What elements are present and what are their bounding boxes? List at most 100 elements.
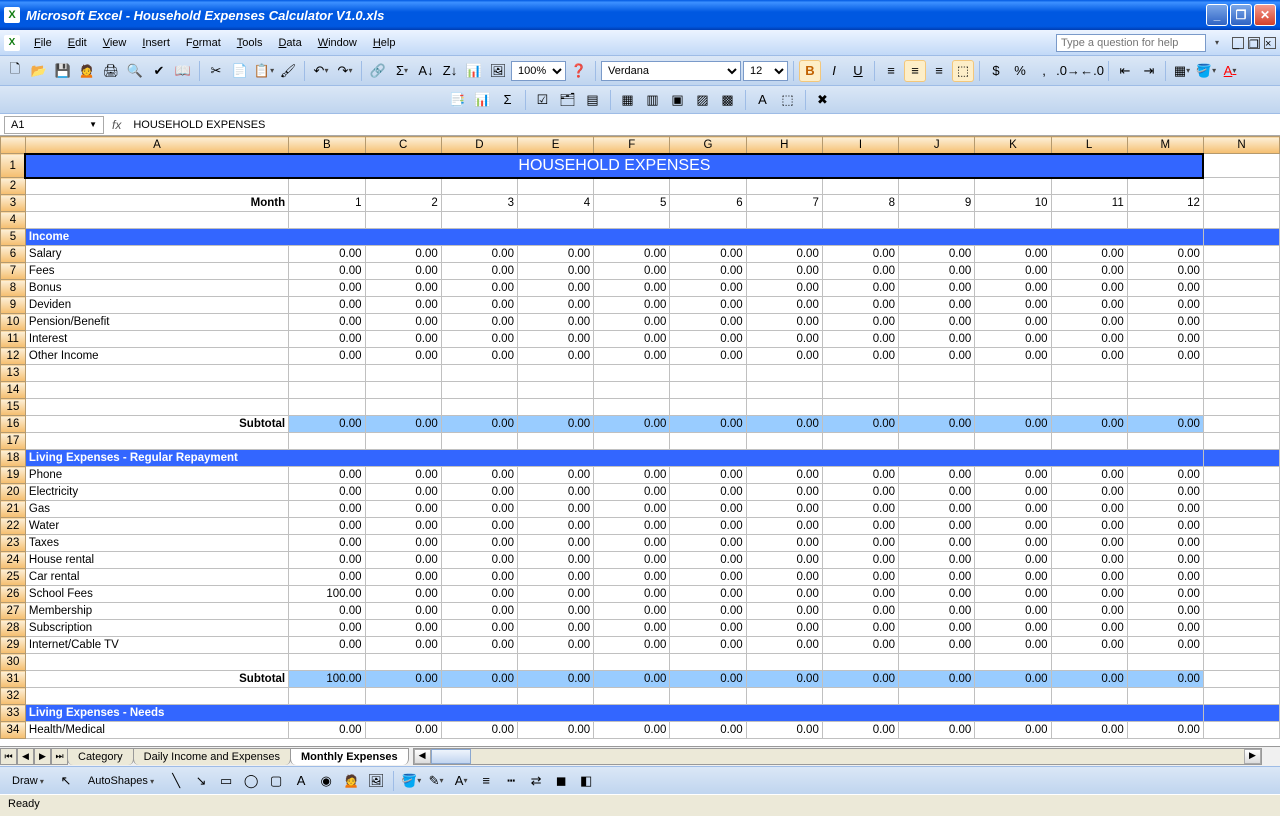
row-header-5[interactable]: 5 bbox=[1, 229, 26, 246]
menu-tools[interactable]: Tools bbox=[229, 34, 271, 52]
living1-row-label[interactable]: Subscription bbox=[25, 620, 288, 637]
row-header-33[interactable]: 33 bbox=[1, 705, 26, 722]
month-cell[interactable]: 4 bbox=[517, 195, 593, 212]
row-header-34[interactable]: 34 bbox=[1, 722, 26, 739]
month-cell[interactable]: 12 bbox=[1127, 195, 1203, 212]
worksheet-area[interactable]: ABCDEFGHIJKLMN1HOUSEHOLD EXPENSES23Month… bbox=[0, 136, 1280, 746]
drawing-icon[interactable]: 🖼 bbox=[487, 60, 509, 82]
decrease-indent-icon[interactable]: ⇤ bbox=[1114, 60, 1136, 82]
name-box[interactable]: A1▼ bbox=[4, 116, 104, 134]
row-header-12[interactable]: 12 bbox=[1, 348, 26, 365]
list-icon-14[interactable]: ✖ bbox=[812, 89, 834, 111]
picture-icon[interactable]: 🖼 bbox=[365, 770, 387, 792]
percent-icon[interactable]: % bbox=[1009, 60, 1031, 82]
list-icon-11[interactable]: ▩ bbox=[717, 89, 739, 111]
sort-asc-icon[interactable]: A↓ bbox=[415, 60, 437, 82]
row-header-21[interactable]: 21 bbox=[1, 501, 26, 518]
line-style-icon[interactable]: ≡ bbox=[475, 770, 497, 792]
decrease-decimal-icon[interactable]: ←.0 bbox=[1081, 60, 1103, 82]
month-cell[interactable]: 8 bbox=[822, 195, 898, 212]
menu-file[interactable]: File bbox=[26, 34, 60, 52]
research-icon[interactable]: 📖 bbox=[172, 60, 194, 82]
col-header-H[interactable]: H bbox=[746, 137, 822, 154]
row-header-10[interactable]: 10 bbox=[1, 314, 26, 331]
row-header-23[interactable]: 23 bbox=[1, 535, 26, 552]
row-header-26[interactable]: 26 bbox=[1, 586, 26, 603]
income-row-label[interactable]: Interest bbox=[25, 331, 288, 348]
col-header-C[interactable]: C bbox=[365, 137, 441, 154]
textbox-icon[interactable]: ▢ bbox=[265, 770, 287, 792]
month-cell[interactable]: 9 bbox=[899, 195, 975, 212]
new-icon[interactable]: 🗋 bbox=[4, 60, 26, 82]
rectangle-icon[interactable]: ▭ bbox=[215, 770, 237, 792]
income-row-label[interactable]: Other Income bbox=[25, 348, 288, 365]
formula-bar[interactable]: HOUSEHOLD EXPENSES bbox=[129, 117, 1280, 133]
row-header-15[interactable]: 15 bbox=[1, 399, 26, 416]
fill-color-icon[interactable]: 🪣 bbox=[1195, 60, 1217, 82]
row-header-20[interactable]: 20 bbox=[1, 484, 26, 501]
chart-icon[interactable]: 📊 bbox=[463, 60, 485, 82]
increase-decimal-icon[interactable]: .0→ bbox=[1057, 60, 1079, 82]
align-center-icon[interactable]: ≡ bbox=[904, 60, 926, 82]
col-header-M[interactable]: M bbox=[1127, 137, 1203, 154]
copy-icon[interactable]: 📄 bbox=[229, 60, 251, 82]
oval-icon[interactable]: ◯ bbox=[240, 770, 262, 792]
align-left-icon[interactable]: ≡ bbox=[880, 60, 902, 82]
list-icon-1[interactable]: 📑 bbox=[447, 89, 469, 111]
maximize-button[interactable]: ❐ bbox=[1230, 4, 1252, 26]
living1-row-label[interactable]: School Fees bbox=[25, 586, 288, 603]
shadow-icon[interactable]: ◼ bbox=[550, 770, 572, 792]
list-icon-4[interactable]: ☑ bbox=[532, 89, 554, 111]
row-header-2[interactable]: 2 bbox=[1, 178, 26, 195]
fx-icon[interactable]: fx bbox=[112, 118, 121, 132]
tab-last-icon[interactable]: ⏭ bbox=[51, 748, 68, 765]
doc-close-button[interactable]: × bbox=[1264, 37, 1276, 49]
select-objects-icon[interactable]: ↖ bbox=[55, 770, 77, 792]
menu-data[interactable]: Data bbox=[270, 34, 309, 52]
list-icon-8[interactable]: ▥ bbox=[642, 89, 664, 111]
list-icon-3[interactable]: Σ bbox=[497, 89, 519, 111]
format-painter-icon[interactable]: 🖌 bbox=[277, 60, 299, 82]
help-search[interactable] bbox=[1056, 34, 1206, 52]
list-icon-7[interactable]: ▦ bbox=[617, 89, 639, 111]
font-color-draw-icon[interactable]: A bbox=[450, 770, 472, 792]
permission-icon[interactable]: 🙍 bbox=[76, 60, 98, 82]
list-icon-13[interactable]: ⬚ bbox=[777, 89, 799, 111]
row-header-6[interactable]: 6 bbox=[1, 246, 26, 263]
tab-first-icon[interactable]: ⏮ bbox=[0, 748, 17, 765]
living1-row-label[interactable]: Electricity bbox=[25, 484, 288, 501]
currency-icon[interactable]: $ bbox=[985, 60, 1007, 82]
tab-monthly[interactable]: Monthly Expenses bbox=[290, 748, 409, 765]
row-header-17[interactable]: 17 bbox=[1, 433, 26, 450]
row-header-4[interactable]: 4 bbox=[1, 212, 26, 229]
menu-view[interactable]: View bbox=[95, 34, 135, 52]
merge-center-icon[interactable]: ⬚ bbox=[952, 60, 974, 82]
month-cell[interactable]: 11 bbox=[1051, 195, 1127, 212]
font-color-icon[interactable]: A bbox=[1219, 60, 1241, 82]
row-header-19[interactable]: 19 bbox=[1, 467, 26, 484]
font-size-select[interactable]: 12 bbox=[743, 61, 788, 81]
list-icon-5[interactable]: 🗂 bbox=[557, 89, 579, 111]
income-row-label[interactable]: Deviden bbox=[25, 297, 288, 314]
col-header-N[interactable]: N bbox=[1203, 137, 1279, 154]
income-row-label[interactable]: Salary bbox=[25, 246, 288, 263]
italic-icon[interactable]: I bbox=[823, 60, 845, 82]
income-row-label[interactable]: Fees bbox=[25, 263, 288, 280]
tab-category[interactable]: Category bbox=[67, 748, 134, 765]
row-header-13[interactable]: 13 bbox=[1, 365, 26, 382]
row-header-30[interactable]: 30 bbox=[1, 654, 26, 671]
minimize-button[interactable]: _ bbox=[1206, 4, 1228, 26]
list-icon-9[interactable]: ▣ bbox=[667, 89, 689, 111]
menu-help[interactable]: Help bbox=[365, 34, 404, 52]
living1-row-label[interactable]: House rental bbox=[25, 552, 288, 569]
undo-icon[interactable]: ↶ bbox=[310, 60, 332, 82]
underline-icon[interactable]: U bbox=[847, 60, 869, 82]
help-dropdown-icon[interactable] bbox=[1206, 32, 1228, 54]
arrow-style-icon[interactable]: ⇄ bbox=[525, 770, 547, 792]
paste-icon[interactable]: 📋 bbox=[253, 60, 275, 82]
row-header-22[interactable]: 22 bbox=[1, 518, 26, 535]
zoom-select[interactable]: 100% bbox=[511, 61, 566, 81]
font-name-select[interactable]: Verdana bbox=[601, 61, 741, 81]
living2-header[interactable]: Living Expenses - Needs bbox=[25, 705, 1203, 722]
list-icon-2[interactable]: 📊 bbox=[472, 89, 494, 111]
